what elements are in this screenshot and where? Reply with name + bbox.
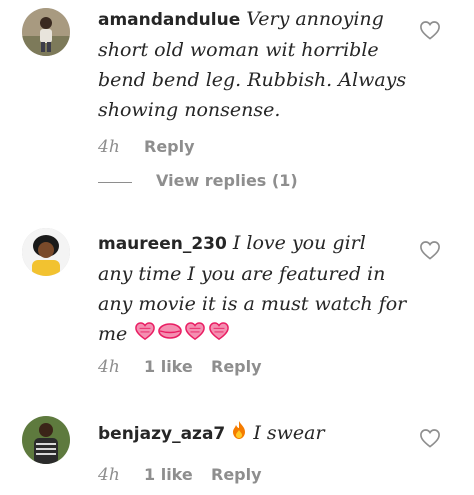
comment-text-line: any movie it is a must watch for	[98, 293, 407, 315]
comment-text-line: I love you girl	[232, 232, 366, 254]
comment-text-line: Very annoying	[246, 8, 384, 30]
comment-username[interactable]: benjazy_aza7	[98, 424, 225, 444]
comment-meta: 4h Reply	[98, 137, 348, 161]
comment-time: 4h	[98, 465, 120, 485]
comment-text-line: me	[98, 323, 128, 345]
comment-text-block: benjazy_aza7 I swear	[98, 418, 416, 449]
kiss-lips-icon	[157, 320, 183, 350]
fire-icon	[231, 419, 247, 449]
avatar[interactable]	[22, 228, 70, 276]
comment-username[interactable]: maureen_230	[98, 234, 227, 254]
comment-username[interactable]: amandandulue	[98, 10, 240, 30]
user-avatar-image	[22, 8, 70, 56]
avatar[interactable]	[22, 416, 70, 464]
comment-text-block: amandandulue Very annoying short old wom…	[98, 4, 416, 125]
like-heart-icon[interactable]	[419, 428, 441, 448]
reply-button[interactable]: Reply	[211, 465, 262, 484]
likes-count[interactable]: 1 like	[144, 465, 193, 484]
comment-text-block: maureen_230 I love you girl any time I y…	[98, 228, 416, 350]
comment-time: 4h	[98, 137, 120, 157]
like-heart-icon[interactable]	[419, 240, 441, 260]
heart-pink-icon	[183, 320, 207, 350]
reply-button[interactable]: Reply	[211, 357, 262, 376]
view-replies-label[interactable]: View replies (1)	[156, 171, 298, 190]
comment-meta: 4h 1 like Reply	[98, 465, 358, 489]
user-avatar-image	[22, 416, 70, 464]
like-heart-icon[interactable]	[419, 20, 441, 40]
comment-text-line: bend bend leg. Rubbish. Always	[98, 69, 407, 91]
view-replies-button[interactable]: View replies (1)	[98, 171, 298, 195]
heart-pink-icon	[133, 320, 157, 350]
comment-text-line: short old woman wit horrible	[98, 39, 379, 61]
reply-button[interactable]: Reply	[144, 137, 195, 156]
comment-time: 4h	[98, 357, 120, 377]
heart-pink-icon	[207, 320, 231, 350]
divider	[98, 182, 132, 183]
comment-text-line: showing nonsense.	[98, 99, 281, 121]
comment-text-line: I swear	[253, 422, 325, 444]
user-avatar-image	[22, 228, 70, 276]
likes-count[interactable]: 1 like	[144, 357, 193, 376]
comment-text-line: any time I you are featured in	[98, 263, 386, 285]
avatar[interactable]	[22, 8, 70, 56]
comment-meta: 4h 1 like Reply	[98, 357, 358, 381]
